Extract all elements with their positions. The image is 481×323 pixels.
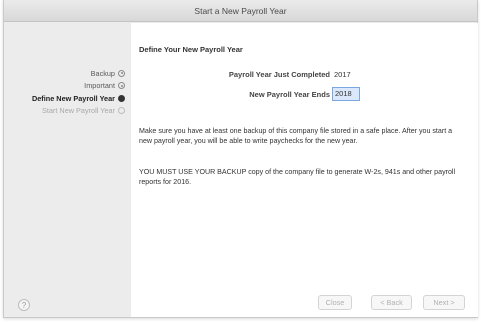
completed-year-label: Payroll Year Just Completed [228,70,330,79]
backup-warning: YOU MUST USE YOUR BACKUP copy of the com… [139,168,456,186]
wizard-content: Define Your New Payroll Year Payroll Yea… [131,23,478,317]
step-complete-icon [118,82,125,90]
back-button[interactable]: < Back [371,295,412,310]
step-start-new-payroll-year: Start New Payroll Year [32,105,125,118]
completed-year-value: 2017 [334,70,351,79]
new-year-ends-label: New Payroll Year Ends [249,90,330,99]
step-label: Define New Payroll Year [31,93,115,103]
wizard-sidebar: Backup Important Define New Payroll Year… [4,23,131,317]
step-backup: Backup [32,67,125,80]
step-pending-icon [118,107,125,115]
step-label: Start New Payroll Year [41,106,115,116]
step-complete-icon [118,69,125,77]
step-define-new-payroll-year: Define New Payroll Year [32,92,125,105]
step-label: Important [84,81,115,91]
backup-note: Make sure you have at least one backup o… [139,127,453,145]
wizard-steps: Backup Important Define New Payroll Year… [32,67,125,117]
next-button[interactable]: Next > [423,295,465,310]
step-label: Backup [90,68,115,78]
section-heading: Define Your New Payroll Year [139,45,243,54]
new-year-ends-field[interactable]: 2018 [332,87,360,101]
help-icon[interactable]: ? [18,299,30,311]
payroll-year-dialog: Start a New Payroll Year Backup Importan… [3,0,478,318]
close-button[interactable]: Close [318,295,352,310]
step-current-icon [118,94,125,102]
window-title: Start a New Payroll Year [4,0,477,22]
step-important: Important [32,80,125,93]
